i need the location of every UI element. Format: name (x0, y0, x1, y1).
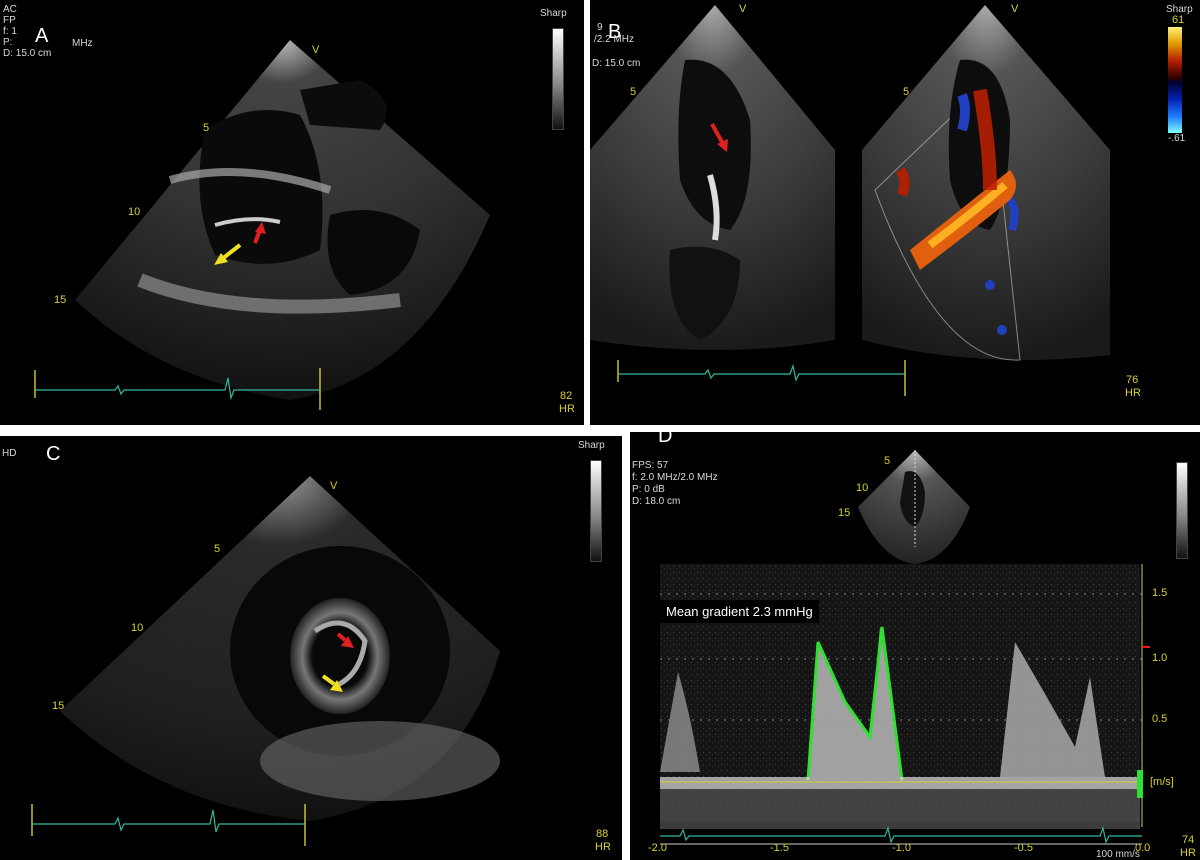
panel-a: A AC FP f: 1 P: D: 15.0 cm MHz Sharp V 5… (0, 0, 584, 425)
panel-b: B 9 /2.2 MHz D: 15.0 cm Sharp 61 -.61 V … (590, 0, 1200, 425)
scale-top: 61 (1172, 14, 1185, 26)
hr-label: HR (559, 403, 575, 415)
color-flow-blue-1 (957, 93, 970, 132)
depth-mark-10: 10 (131, 622, 144, 634)
depth-mark-10: 10 (128, 206, 141, 218)
depth-mark-5-right: 5 (903, 86, 910, 98)
scan-param-3: f: 1 (3, 26, 17, 37)
scan-depth: D: 15.0 cm (3, 48, 52, 59)
scan-frequency: /2.2 MHz (594, 34, 635, 45)
hr-label: HR (1180, 847, 1196, 859)
depth-mark-10: 10 (856, 482, 869, 494)
panel-letter: C (46, 443, 61, 465)
hr-label: HR (595, 841, 611, 853)
ecg-trace (618, 363, 905, 382)
hr-label: HR (1125, 387, 1141, 399)
scan-depth: D: 18.0 cm (632, 496, 681, 507)
ecg-trace (660, 825, 1142, 844)
depth-mark-15: 15 (52, 700, 65, 712)
panel-a-image (34, 40, 490, 410)
valve-ring (290, 598, 390, 714)
panel-c-image (31, 476, 500, 846)
x-tick-neg-1.5: -1.5 (770, 842, 789, 854)
color-flow-blue-2 (1006, 197, 1019, 232)
sharp-label: Sharp (578, 440, 605, 451)
sweep-speed: 100 mm/s (1096, 849, 1140, 860)
depth-mark-5: 5 (630, 86, 637, 98)
ventricle-chamber (199, 110, 323, 264)
velocity-unit: [m/s] (1150, 776, 1174, 788)
y-tick-0.5: 0.5 (1152, 713, 1168, 725)
hr-value: 76 (1126, 374, 1139, 386)
hr-value: 74 (1182, 834, 1195, 846)
v-marker: V (739, 3, 747, 15)
panel-letter: D (658, 432, 673, 447)
panel-d: D FPS: 57 f: 2.0 MHz/2.0 MHz P: 0 dB D: … (630, 432, 1200, 860)
velocity-scale-handle (1137, 770, 1143, 798)
reverse-flow-band (660, 789, 1140, 829)
grayscale-bar (590, 460, 602, 562)
panel-b-image (590, 5, 1110, 396)
scan-depth: D: 15.0 cm (592, 58, 641, 69)
panel-c: C HD Sharp V 5 10 15 88 HR (0, 436, 622, 860)
scan-param-1: 9 (597, 22, 603, 33)
scan-fps: FPS: 57 (632, 460, 669, 471)
y-tick-1.5: 1.5 (1152, 587, 1168, 599)
scan-param-1: AC (3, 4, 17, 15)
depth-mark-15: 15 (838, 507, 851, 519)
depth-mark-5: 5 (203, 122, 210, 134)
color-velocity-bar (1168, 27, 1182, 133)
scan-power: P: 0 dB (632, 484, 665, 495)
panel-d-image (660, 450, 1150, 845)
x-tick-neg-2.0: -2.0 (648, 842, 667, 854)
sharp-label: Sharp (540, 8, 567, 19)
mean-gradient-annotation: Mean gradient 2.3 mmHg (660, 600, 819, 623)
scale-bottom: -.61 (1168, 133, 1186, 144)
y-tick-1.0: 1.0 (1152, 652, 1168, 664)
color-flow-blue-4 (997, 325, 1007, 335)
x-tick-neg-0.5: -0.5 (1014, 842, 1033, 854)
v-marker: V (312, 44, 320, 56)
v-marker: V (330, 480, 338, 492)
scan-frequency: f: 2.0 MHz/2.0 MHz (632, 472, 718, 483)
grayscale-bar (552, 28, 564, 130)
color-flow-red-2 (895, 166, 910, 197)
grayscale-bar (1176, 462, 1188, 559)
hr-value: 82 (560, 390, 573, 402)
panel-letter: A (35, 25, 49, 47)
scan-param-2: FP (3, 15, 16, 26)
depth-mark-5: 5 (214, 543, 221, 555)
scan-param-4: P: (3, 37, 16, 48)
hr-value: 88 (596, 828, 609, 840)
v-marker-right: V (1011, 3, 1019, 15)
scan-frequency: MHz (72, 38, 93, 49)
depth-mark-5: 5 (884, 455, 891, 467)
scan-param-1: HD (2, 448, 17, 459)
x-tick-neg-1.0: -1.0 (892, 842, 911, 854)
lv-wall (260, 721, 500, 801)
baseline-band (660, 777, 1140, 789)
depth-mark-15: 15 (54, 294, 67, 306)
color-flow-blue-3 (985, 280, 995, 290)
